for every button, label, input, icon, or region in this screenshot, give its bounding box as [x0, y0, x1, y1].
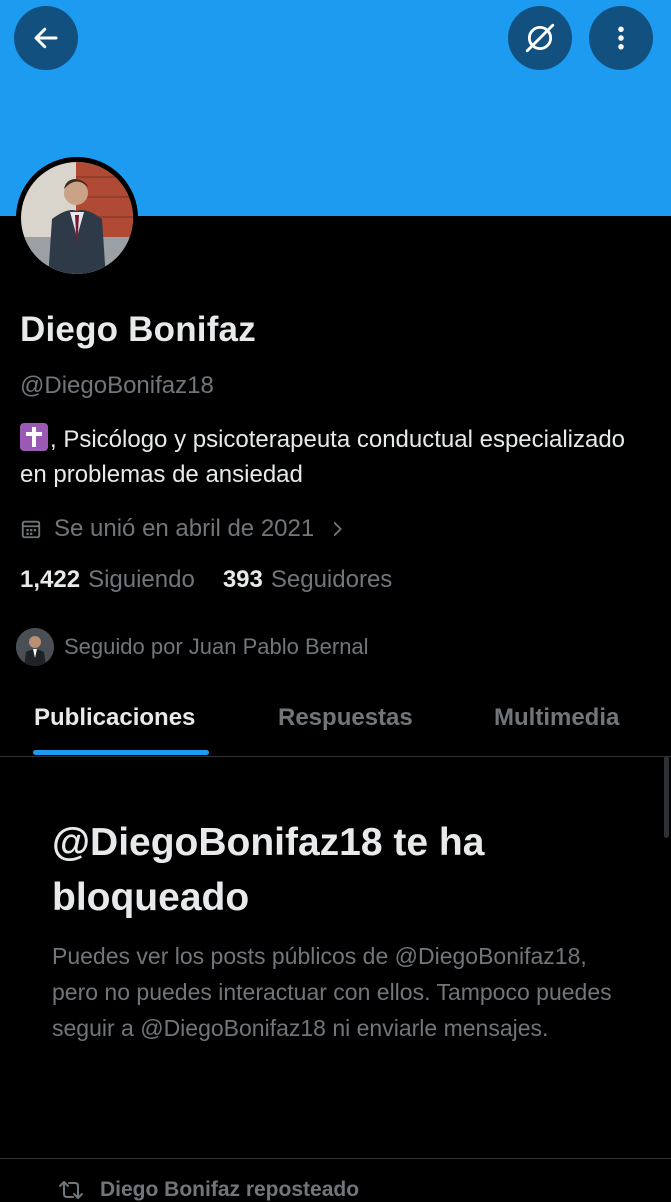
calendar-icon — [20, 518, 42, 540]
repost-icon — [58, 1179, 84, 1201]
grok-button[interactable] — [508, 6, 572, 70]
more-vertical-icon — [606, 23, 636, 53]
following-count: 1,422 — [20, 566, 81, 593]
profile-bio: , Psicólogo y psicoterapeuta conductual … — [20, 422, 640, 492]
following-label: Siguiendo — [88, 566, 195, 593]
bio-text: , Psicólogo y psicoterapeuta conductual … — [20, 426, 626, 488]
latin-cross-emoji-icon — [20, 423, 48, 451]
blocked-title: @DiegoBonifaz18 te ha bloqueado — [52, 821, 485, 919]
repost-indicator: Diego Bonifaz reposteado — [58, 1178, 359, 1202]
tab-publicaciones[interactable]: Publicaciones — [34, 680, 195, 756]
more-options-button[interactable] — [589, 6, 653, 70]
followers-link[interactable]: 393 Seguidores — [223, 566, 392, 594]
repost-label: Diego Bonifaz reposteado — [100, 1178, 360, 1201]
grok-icon — [523, 21, 557, 55]
display-name: Diego Bonifaz — [20, 310, 256, 349]
feed-divider — [0, 1158, 671, 1159]
tab-respuestas[interactable]: Respuestas — [278, 680, 413, 756]
followers-label: Seguidores — [270, 566, 393, 593]
joined-date-text: Se unió en abril de 2021 — [54, 515, 315, 542]
followers-count: 393 — [222, 566, 263, 593]
back-button[interactable] — [14, 6, 78, 70]
profile-avatar[interactable] — [16, 157, 138, 279]
arrow-left-icon — [31, 23, 61, 53]
tab-multimedia[interactable]: Multimedia — [494, 680, 619, 756]
followed-by-row[interactable]: Seguido por Juan Pablo Bernal — [16, 628, 369, 666]
follow-stats: 1,422 Siguiendo 393 Seguidores — [20, 566, 420, 594]
followed-by-text: Seguido por Juan Pablo Bernal — [64, 634, 369, 659]
scrollbar-thumb[interactable] — [664, 756, 669, 838]
blocked-description: Puedes ver los posts públicos de @DiegoB… — [52, 943, 612, 1041]
profile-handle: @DiegoBonifaz18 — [20, 372, 214, 399]
joined-date-row[interactable]: Se unió en abril de 2021 — [20, 512, 346, 546]
chevron-right-icon — [328, 520, 346, 538]
following-link[interactable]: 1,422 Siguiendo — [20, 566, 195, 594]
profile-tabs: Publicaciones Respuestas Multimedia — [0, 680, 671, 757]
active-tab-indicator — [33, 750, 209, 755]
follower-avatar — [16, 628, 54, 666]
